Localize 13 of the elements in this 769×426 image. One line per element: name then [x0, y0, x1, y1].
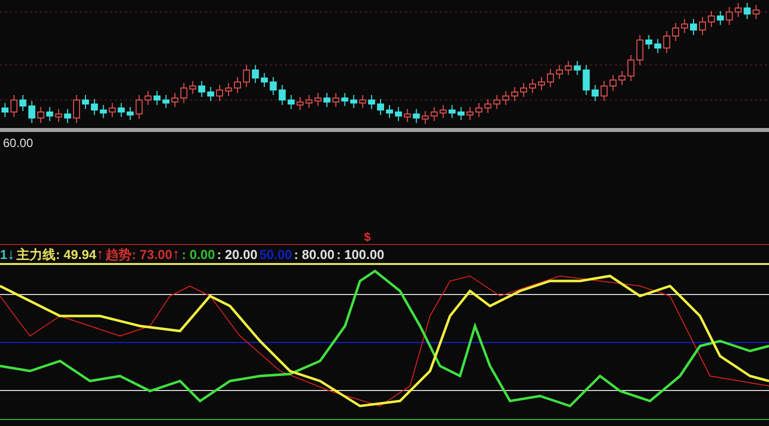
axis-value: 60.00	[3, 136, 34, 150]
legend-value: 1	[0, 246, 8, 262]
legend-value: : 0.00	[182, 246, 215, 262]
arrow-icon: ↓	[7, 246, 15, 262]
legend-value: : 100.00	[336, 246, 384, 262]
legend-value: 50.00	[259, 246, 292, 262]
legend-value: 趋势: 73.00	[106, 246, 172, 262]
legend-value: 主力线: 49.94	[16, 246, 96, 262]
legend-value: : 20.00	[216, 246, 258, 262]
arrow-icon: ↑	[172, 246, 180, 262]
legend-value: : 80.00	[294, 246, 334, 262]
signal-mark: $	[364, 231, 371, 243]
arrow-icon: ↑	[96, 246, 104, 262]
